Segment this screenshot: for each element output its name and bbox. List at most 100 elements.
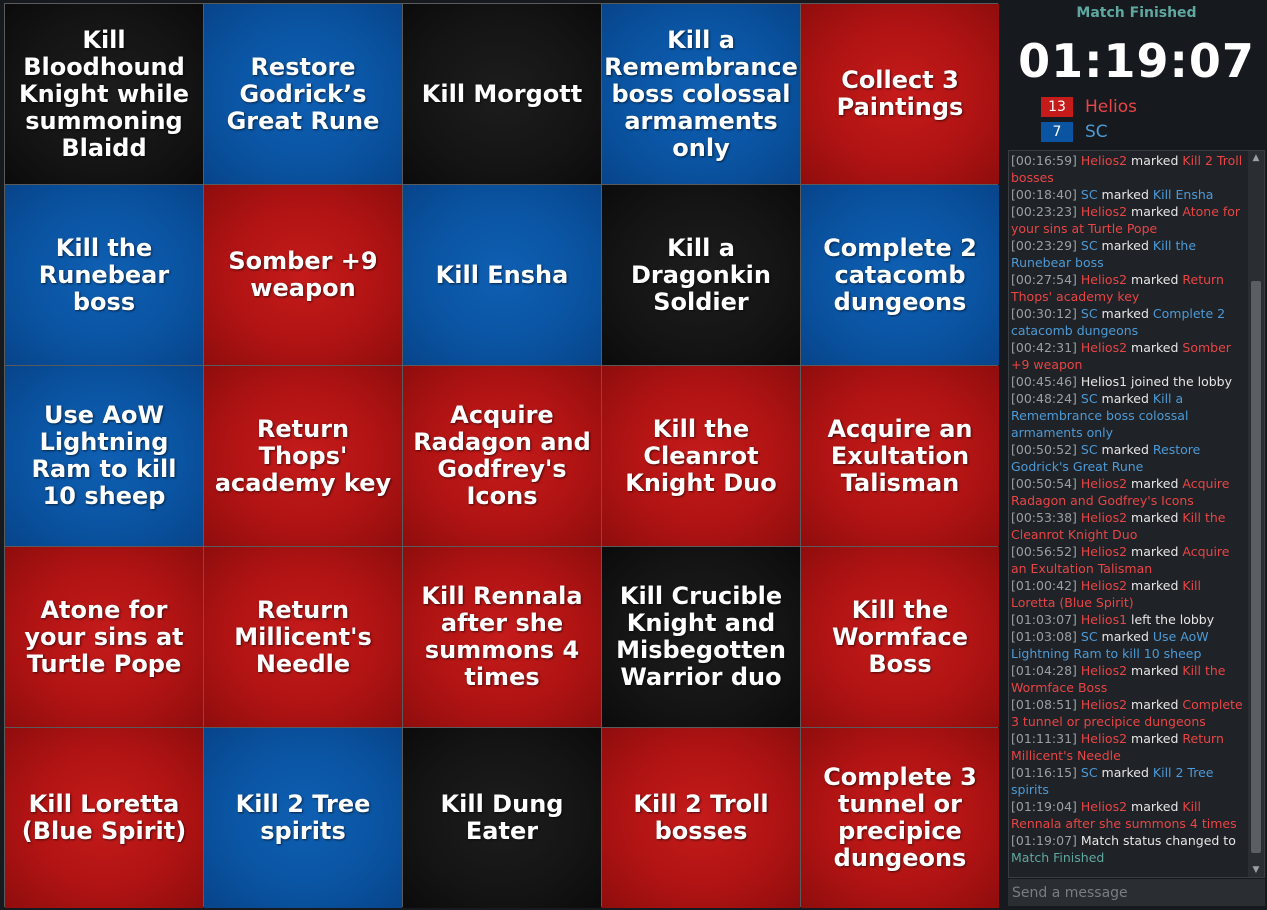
chat-timestamp: [00:50:52] [1011,442,1077,457]
chat-line: [01:00:42] Helios2 marked Kill Loretta (… [1011,577,1248,611]
chat-text: SC [1080,306,1098,321]
chat-line: [00:27:54] Helios2 marked Return Thops' … [1011,271,1248,305]
chat-timestamp: [01:19:07] [1011,833,1077,848]
chat-text: Helios2 [1080,799,1128,814]
chat-line: [01:04:28] Helios2 marked Kill the Wormf… [1011,662,1248,696]
board-cell[interactable]: Kill 2 Tree spirits [204,728,402,908]
board-cell[interactable]: Kill the Wormface Boss [801,547,999,727]
chat-line: [01:03:08] SC marked Use AoW Lightning R… [1011,628,1248,662]
board-cell[interactable]: Kill Ensha [403,185,601,365]
chat-line: [00:23:29] SC marked Kill the Runebear b… [1011,237,1248,271]
match-status: Match Finished [1076,5,1197,21]
sidebar: Match Finished 01:19:07 13 Helios 7 SC [… [1006,0,1267,910]
chat-text: Helios2 [1080,476,1128,491]
chat-timestamp: [01:11:31] [1011,731,1077,746]
chat-text: Helios2 [1080,697,1128,712]
board-cell[interactable]: Collect 3 Paintings [801,4,999,184]
chat-line: [00:42:31] Helios2 marked Somber +9 weap… [1011,339,1248,373]
chat-text: marked [1127,476,1183,491]
chat-text: SC [1080,442,1098,457]
chat-line: [01:19:04] Helios2 marked Kill Rennala a… [1011,798,1248,832]
board-cell[interactable]: Use AoW Lightning Ram to kill 10 sheep [5,366,203,546]
chat-text: marked [1127,663,1183,678]
board-cell[interactable]: Acquire an Exultation Talisman [801,366,999,546]
chat-text: Helios2 [1080,544,1128,559]
scroll-down-icon[interactable]: ▼ [1248,863,1264,877]
chat-text: marked [1097,442,1153,457]
chat-timestamp: [00:23:23] [1011,204,1077,219]
chat-text: marked [1097,391,1153,406]
chat-message-input[interactable] [1008,879,1265,906]
chat-text: SC [1080,391,1098,406]
chat-timestamp: [01:16:15] [1011,765,1077,780]
board-cell[interactable]: Kill Morgott [403,4,601,184]
board-cell[interactable]: Return Millicent's Needle [204,547,402,727]
board-cell[interactable]: Complete 3 tunnel or precipice dungeons [801,728,999,908]
team-row-sc: 7 SC [1041,122,1108,142]
chat-text: marked [1127,340,1183,355]
chat-timestamp: [00:18:40] [1011,187,1077,202]
board-cell[interactable]: Kill Bloodhound Knight while summoning B… [5,4,203,184]
board-cell[interactable]: Kill Rennala after she summons 4 times [403,547,601,727]
board-cell[interactable]: Restore Godrick’s Great Rune [204,4,402,184]
chat-timestamp: [00:56:52] [1011,544,1077,559]
chat-scrollbar[interactable]: ▲ ▼ [1248,151,1264,877]
match-timer: 01:19:07 [1018,34,1255,88]
chat-text: marked [1097,306,1153,321]
team-score-helios: 13 [1041,97,1073,117]
board-cell[interactable]: Kill a Remembrance boss colossal armamen… [602,4,800,184]
chat-line: [01:03:07] Helios1 left the lobby [1011,611,1248,628]
board-cell[interactable]: Atone for your sins at Turtle Pope [5,547,203,727]
chat-text: Helios2 [1080,340,1128,355]
scroll-up-icon[interactable]: ▲ [1248,151,1264,165]
chat-line: [00:48:24] SC marked Kill a Remembrance … [1011,390,1248,441]
board-cell[interactable]: Kill Crucible Knight and Misbegotten War… [602,547,800,727]
chat-line: [00:16:59] Helios2 marked Kill 2 Troll b… [1011,152,1248,186]
bingo-board: Kill Bloodhound Knight while summoning B… [4,3,999,908]
chat-text: marked [1127,510,1183,525]
chat-text: marked [1097,629,1153,644]
chat-timestamp: [01:04:28] [1011,663,1077,678]
chat-text: Helios2 [1080,731,1128,746]
chat-line: [00:53:38] Helios2 marked Kill the Clean… [1011,509,1248,543]
chat-text: SC [1080,765,1098,780]
chat-line: [00:45:46] Helios1 joined the lobby [1011,373,1248,390]
chat-text: Helios2 [1080,578,1128,593]
chat-line: [01:19:07] Match status changed to Match… [1011,832,1248,866]
chat-text: Match Finished [1011,850,1105,865]
chat-timestamp: [01:03:08] [1011,629,1077,644]
board-cell[interactable]: Kill 2 Troll bosses [602,728,800,908]
chat-text: marked [1127,578,1183,593]
board-cell[interactable]: Somber +9 weapon [204,185,402,365]
chat-text: Helios2 [1080,204,1128,219]
chat-text: Helios2 [1080,663,1128,678]
board-cell[interactable]: Return Thops' academy key [204,366,402,546]
board-cell[interactable]: Kill a Dragonkin Soldier [602,185,800,365]
chat-text: marked [1127,544,1183,559]
board-cell[interactable]: Kill Dung Eater [403,728,601,908]
scroll-thumb[interactable] [1251,281,1261,853]
chat-text: left the lobby [1127,612,1215,627]
chat-line: [00:30:12] SC marked Complete 2 catacomb… [1011,305,1248,339]
board-cell[interactable]: Complete 2 catacomb dungeons [801,185,999,365]
board-cell[interactable]: Kill Loretta (Blue Spirit) [5,728,203,908]
chat-timestamp: [00:42:31] [1011,340,1077,355]
board-cell[interactable]: Kill the Cleanrot Knight Duo [602,366,800,546]
chat-line: [01:11:31] Helios2 marked Return Millice… [1011,730,1248,764]
chat-text: marked [1097,238,1153,253]
chat-timestamp: [00:53:38] [1011,510,1077,525]
chat-text: Helios1 joined the lobby [1080,374,1233,389]
team-score-sc: 7 [1041,122,1073,142]
chat-line: [00:50:54] Helios2 marked Acquire Radago… [1011,475,1248,509]
chat-text: marked [1127,204,1183,219]
chat-log-panel[interactable]: [00:16:59] Helios2 marked Kill 2 Troll b… [1008,150,1265,878]
chat-text: SC [1080,187,1098,202]
board-cell[interactable]: Acquire Radagon and Godfrey's Icons [403,366,601,546]
chat-text: Kill Ensha [1152,187,1214,202]
chat-timestamp: [00:23:29] [1011,238,1077,253]
board-cell[interactable]: Kill the Runebear boss [5,185,203,365]
team-row-helios: 13 Helios [1041,97,1137,117]
chat-timestamp: [00:30:12] [1011,306,1077,321]
chat-timestamp: [00:16:59] [1011,153,1077,168]
team-name-sc: SC [1085,122,1108,142]
